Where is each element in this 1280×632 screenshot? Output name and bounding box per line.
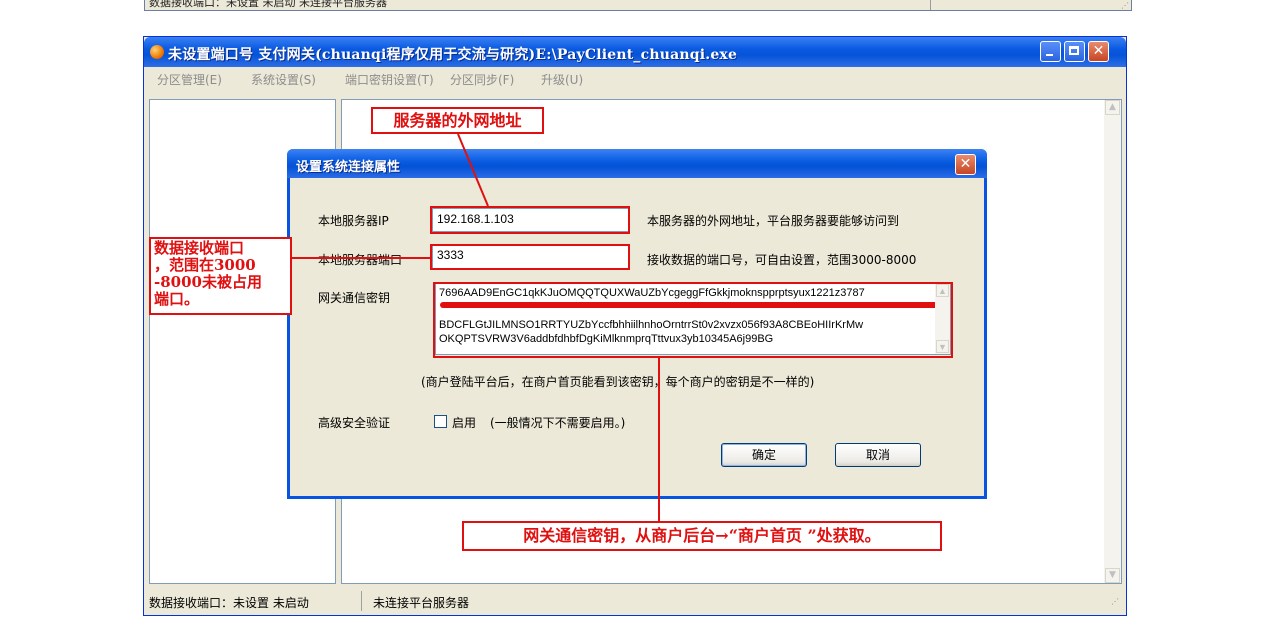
server-address-pointer	[457, 133, 489, 207]
annotation-lines	[292, 133, 660, 521]
